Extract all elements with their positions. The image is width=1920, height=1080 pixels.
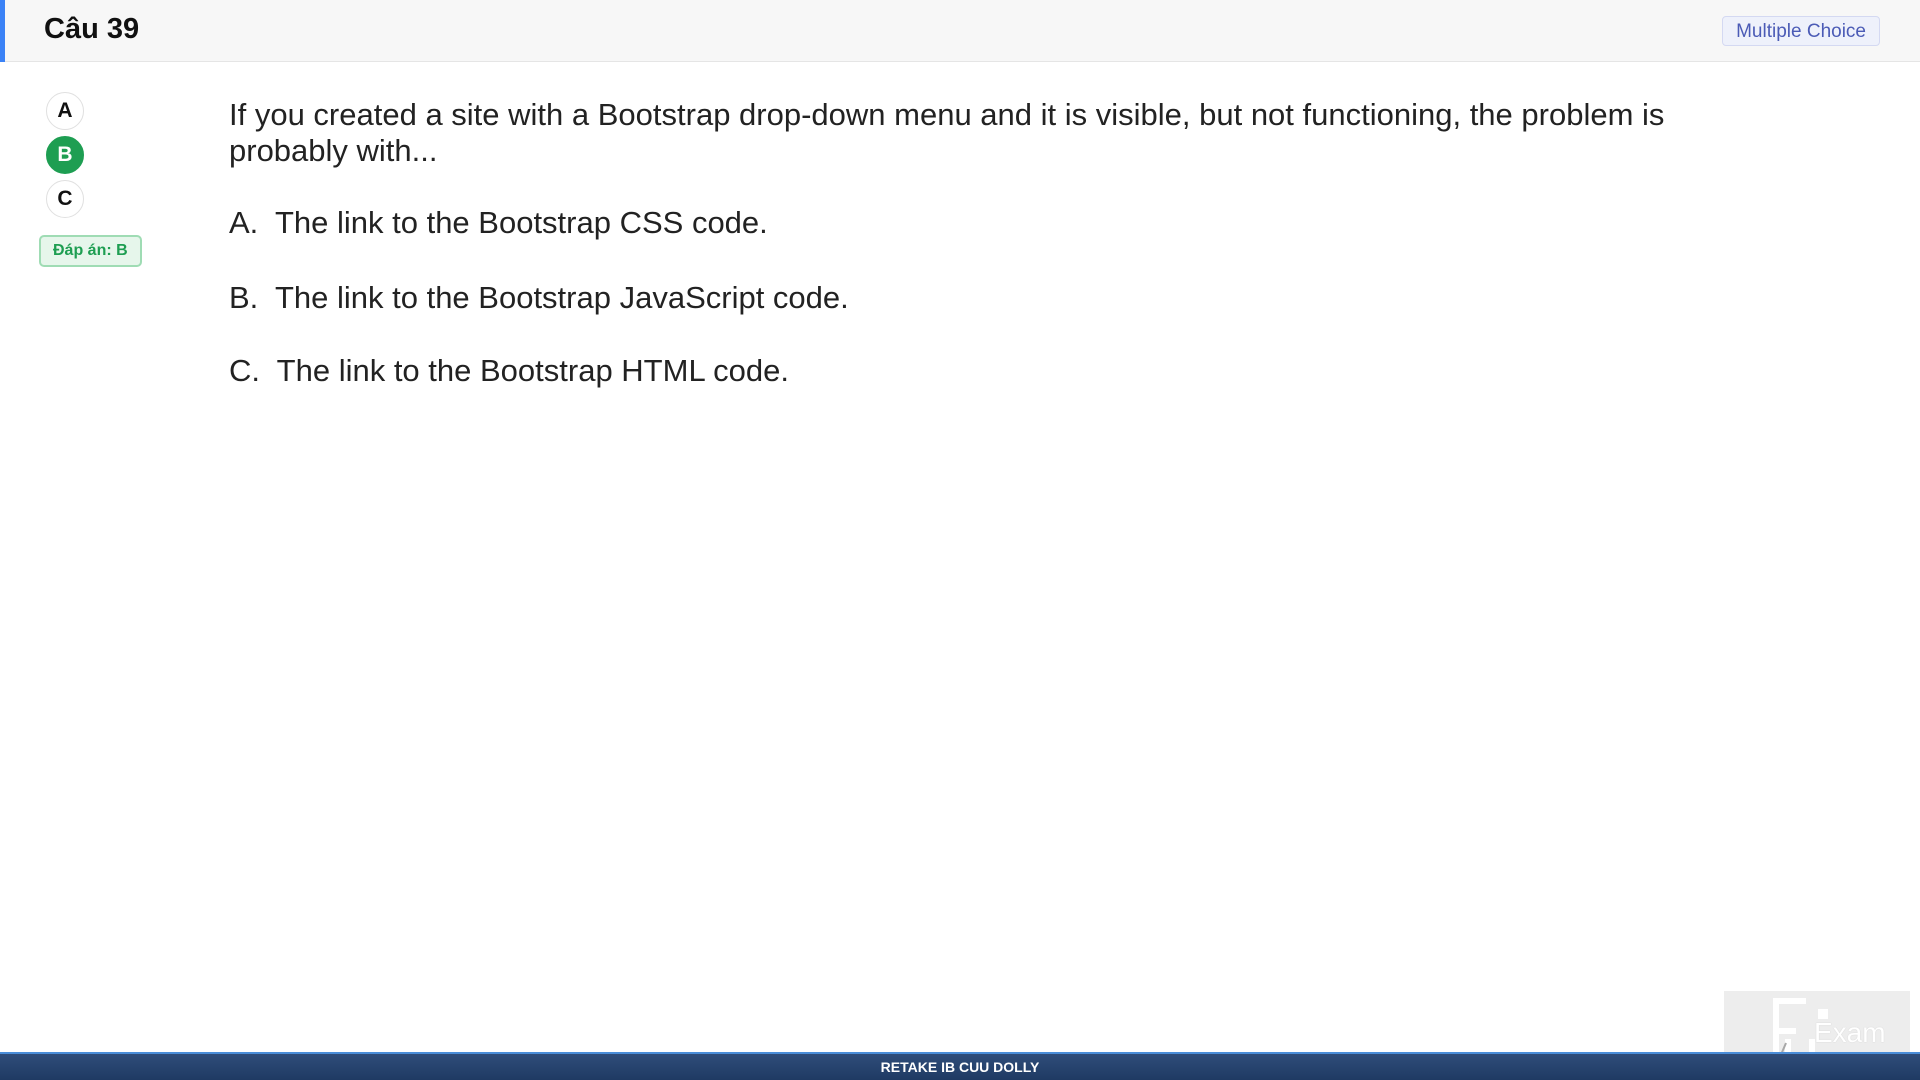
option-c-button[interactable]: C <box>46 180 84 218</box>
choice-c-text: C. The link to the Bootstrap HTML code. <box>229 353 789 388</box>
question-number-title: Câu 39 <box>44 13 140 45</box>
header-accent-bar <box>0 0 5 62</box>
correct-answer-badge: Đáp án: B <box>39 235 142 267</box>
option-b-button[interactable]: B <box>46 136 84 174</box>
footer-banner: RETAKE IB CUU DOLLY <box>0 1052 1920 1080</box>
question-type-badge: Multiple Choice <box>1722 16 1880 46</box>
answer-options-column: A B C <box>46 92 156 224</box>
choice-b-text: B. The link to the Bootstrap JavaScript … <box>229 280 849 315</box>
question-text: If you created a site with a Bootstrap d… <box>229 97 1665 168</box>
option-a-button[interactable]: A <box>46 92 84 130</box>
choice-a-text: A. The link to the Bootstrap CSS code. <box>229 205 768 240</box>
logo-exam-text: Exam <box>1814 1017 1886 1048</box>
question-header: Câu 39 Multiple Choice <box>0 0 1920 62</box>
